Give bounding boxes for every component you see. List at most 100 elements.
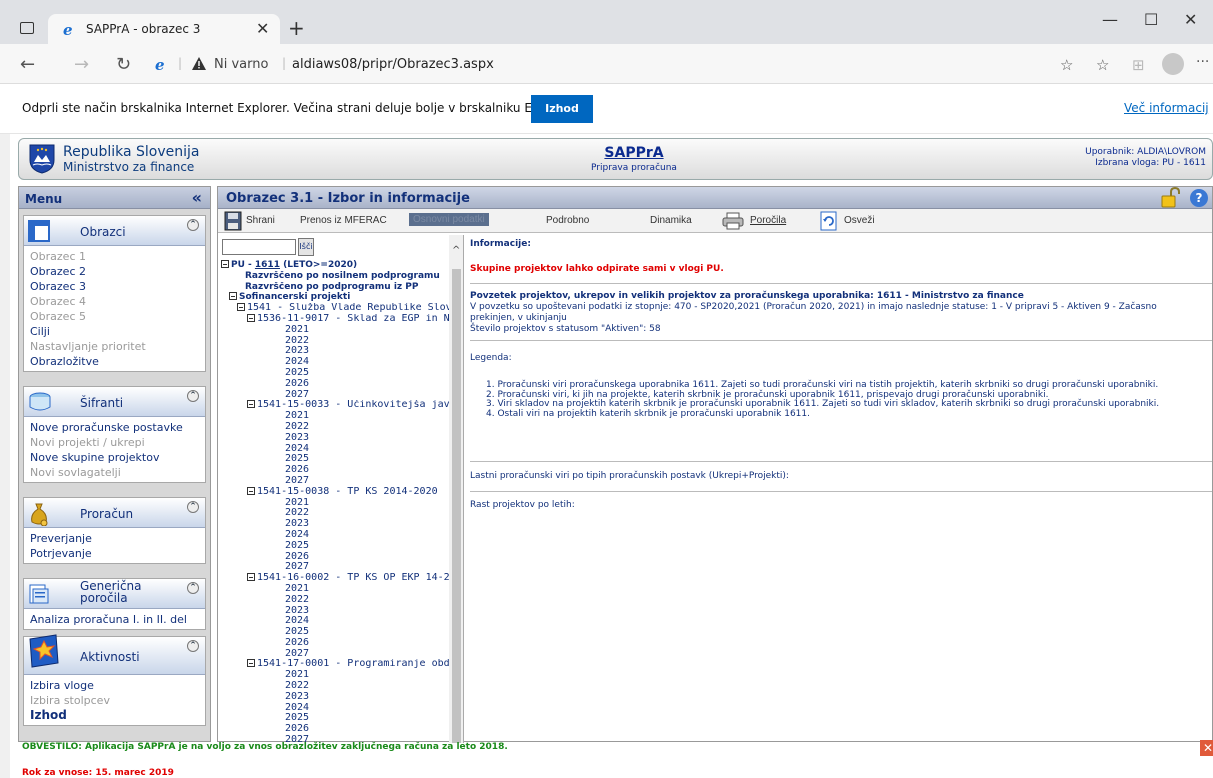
window-close-button[interactable]: ✕ [1184,10,1197,29]
tree-year[interactable]: 2027 [221,649,449,660]
menu-item-obrazec-2[interactable]: Obrazec 2 [24,264,205,279]
tree-year[interactable]: 2021 [221,670,449,681]
search-button[interactable]: Išči [298,238,314,256]
collapse-icon[interactable] [229,292,237,301]
app-title-link[interactable]: SAPPrA [579,145,689,161]
tree-sort-pp[interactable]: Razvrščeno po podprogramu iz PP [221,282,449,293]
save-button[interactable]: Shrani [246,215,275,226]
not-secure-label[interactable]: Ni varno [214,57,268,72]
url-text[interactable]: aldiaws08/pripr/Obrazec3.aspx [292,57,494,72]
tree-year[interactable]: 2025 [221,368,449,379]
collections-icon[interactable]: ⊞ [1132,56,1145,74]
tree-org[interactable]: 1541 - Služba Vlade Republike Slovenije [221,303,449,314]
chevron-up-icon[interactable]: ⌃ [187,640,199,652]
scroll-up-icon[interactable]: ^ [452,245,460,256]
tree-year[interactable]: 2026 [221,379,449,390]
tree-year[interactable]: 2023 [221,606,449,617]
tree-year[interactable]: 2022 [221,336,449,347]
warning-icon[interactable] [192,57,206,70]
menu-item-cilji[interactable]: Cilji [24,324,205,339]
help-icon[interactable]: ? [1190,189,1208,207]
collapse-icon[interactable] [247,400,255,409]
section-header-aktivnosti[interactable]: Aktivnosti ⌃ [24,634,205,675]
reload-icon[interactable]: ↻ [116,54,131,75]
menu-item-izbira-vloge[interactable]: Izbira vloge [24,678,205,693]
tree-year[interactable]: 2023 [221,692,449,703]
refresh-icon[interactable] [820,211,838,231]
chevron-up-icon[interactable]: ⌃ [187,501,199,513]
tab-actions-icon[interactable] [20,22,34,34]
tree-project[interactable]: 1541-15-0038 - TP KS 2014-2020 [221,486,449,498]
menu-item-potrjevanje[interactable]: Potrjevanje [24,546,205,561]
collapse-icon[interactable] [237,303,245,312]
collapse-icon[interactable] [247,659,255,668]
exit-ie-mode-button[interactable]: Izhod [531,95,593,123]
tree-year[interactable]: 2024 [221,444,449,455]
menu-item-nove-skupine[interactable]: Nove skupine projektov [24,450,205,465]
tree-project[interactable]: 1541-15-0033 - Učinkovitejša javna [221,400,449,411]
tree-year[interactable]: 2024 [221,703,449,714]
favorite-star-icon[interactable]: ☆ [1060,56,1073,74]
tree-year[interactable]: 2025 [221,627,449,638]
tree-year[interactable]: 2023 [221,433,449,444]
refresh-button[interactable]: Osveži [844,215,875,226]
collapse-icon[interactable] [247,486,255,495]
tree-project[interactable]: 1541-17-0001 - Programiranje obdob [221,659,449,670]
tree-root-link[interactable]: 1611 [255,260,280,270]
tree-year[interactable]: 2026 [221,552,449,563]
tree-project[interactable]: 1541-16-0002 - TP KS OP EKP 14-2 [221,573,449,584]
favorites-icon[interactable]: ☆ [1096,56,1109,74]
reports-button[interactable]: Poročila [750,215,786,226]
tree-year[interactable]: 2021 [221,498,449,509]
tab-dinamika[interactable]: Dinamika [650,215,692,226]
more-info-link[interactable]: Več informacij [1124,101,1209,115]
tree-year[interactable]: 2022 [221,508,449,519]
tab-osnovni-podatki[interactable]: Osnovni podatki [409,213,489,226]
close-notice-icon[interactable]: ✕ [1200,740,1213,756]
collapse-menu-icon[interactable]: « [192,188,202,207]
tree-year[interactable]: 2023 [221,519,449,530]
chevron-up-icon[interactable]: ⌃ [187,390,199,402]
tree-year[interactable]: 2026 [221,465,449,476]
tree-year[interactable]: 2027 [221,476,449,487]
tab-close-icon[interactable]: ✕ [256,19,269,38]
unlock-icon[interactable] [1160,187,1182,209]
tree-year[interactable]: 2027 [221,390,449,401]
tab-podrobno[interactable]: Podrobno [546,215,589,226]
printer-icon[interactable] [722,212,744,230]
tree-year[interactable]: 2021 [221,411,449,422]
section-header-sifranti[interactable]: Šifranti ⌃ [24,387,205,417]
tree-year[interactable]: 2025 [221,713,449,724]
tree-year[interactable]: 2024 [221,530,449,541]
minimize-button[interactable]: — [1102,10,1118,29]
save-icon[interactable] [224,211,242,231]
ie-mode-icon[interactable]: e [154,56,170,72]
profile-avatar[interactable] [1162,53,1184,75]
tree-year[interactable]: 2021 [221,325,449,336]
menu-item-obrazec-3[interactable]: Obrazec 3 [24,279,205,294]
tree-root[interactable]: PU - 1611 (LETO>=2020) [221,260,449,271]
menu-item-preverjanje[interactable]: Preverjanje [24,531,205,546]
collapse-icon[interactable] [221,260,229,268]
tree-year[interactable]: 2024 [221,616,449,627]
tree-year[interactable]: 2021 [221,584,449,595]
tree-year[interactable]: 2027 [221,562,449,573]
tree-year[interactable]: 2025 [221,541,449,552]
tree-scrollbar[interactable]: ^ [449,235,463,743]
tree-year[interactable]: 2024 [221,357,449,368]
import-mferac-button[interactable]: Prenos iz MFERAC [300,215,387,226]
chevron-up-icon[interactable]: ⌃ [187,582,199,594]
new-tab-button[interactable]: + [288,16,305,40]
tree-sort-nosilni[interactable]: Razvrščeno po nosilnem podprogramu [221,271,449,282]
section-header-proracun[interactable]: Proračun ⌃ [24,498,205,528]
tree-year[interactable]: 2022 [221,681,449,692]
more-icon[interactable]: ··· [1196,54,1209,70]
tree-year[interactable]: 2025 [221,454,449,465]
chevron-up-icon[interactable]: ⌃ [187,219,199,231]
tree-search-input[interactable] [222,239,296,255]
collapse-icon[interactable] [247,313,255,322]
tree-year[interactable]: 2023 [221,346,449,357]
maximize-button[interactable]: ☐ [1144,10,1158,29]
collapse-icon[interactable] [247,573,255,582]
tree-year[interactable]: 2026 [221,724,449,735]
